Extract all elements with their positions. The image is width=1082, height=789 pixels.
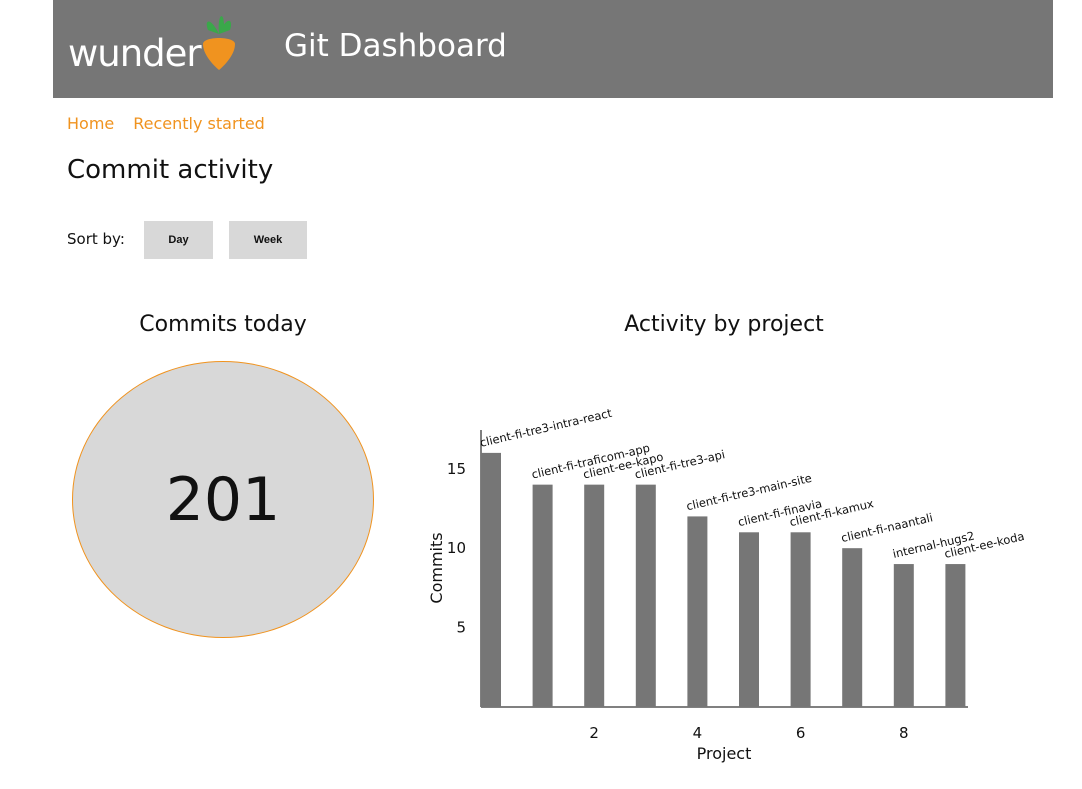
- commits-today-circle: 201: [72, 361, 374, 638]
- commits-today-value: 201: [165, 464, 281, 535]
- x-tick-label: 8: [899, 724, 909, 742]
- commits-today-title: Commits today: [139, 312, 307, 337]
- chart-bar: [790, 532, 811, 707]
- chart-bar: [945, 564, 966, 707]
- carrot-icon: [203, 16, 235, 70]
- header-bar: wunder Git Dashboard: [53, 0, 1053, 98]
- y-tick-label: 5: [456, 619, 466, 637]
- breadcrumb: Home Recently started: [67, 114, 284, 133]
- x-tick-label: 6: [796, 724, 806, 742]
- wunder-logo[interactable]: wunder: [68, 14, 238, 78]
- chart-bar: [532, 484, 553, 707]
- activity-by-project-title: Activity by project: [624, 312, 824, 337]
- breadcrumb-home-link[interactable]: Home: [67, 114, 114, 133]
- chart-bar: [584, 484, 605, 707]
- sort-week-button[interactable]: Week: [229, 221, 307, 259]
- y-tick-label: 15: [447, 460, 466, 478]
- activity-bar-chart: client-fi-tre3-intra-reactclient-fi-traf…: [427, 406, 1026, 763]
- y-tick-label: 10: [447, 539, 466, 557]
- sort-by-label: Sort by:: [67, 230, 125, 248]
- chart-bar: [739, 532, 759, 707]
- app-title: Git Dashboard: [284, 28, 507, 64]
- chart-bar: [842, 548, 863, 707]
- x-axis-label: Project: [697, 744, 752, 763]
- breadcrumb-recently-started-link[interactable]: Recently started: [133, 114, 265, 133]
- logo-text: wunder: [68, 32, 202, 75]
- y-axis-label: Commits: [427, 532, 446, 603]
- bar-label: client-fi-tre3-intra-react: [479, 406, 614, 450]
- page-title: Commit activity: [67, 155, 274, 185]
- chart-bar: [893, 564, 914, 707]
- chart-bar: [687, 516, 708, 707]
- x-tick-label: 4: [693, 724, 703, 742]
- chart-bar: [481, 452, 501, 707]
- sort-day-button[interactable]: Day: [144, 221, 213, 259]
- chart-bar: [635, 484, 656, 707]
- x-tick-label: 2: [589, 724, 599, 742]
